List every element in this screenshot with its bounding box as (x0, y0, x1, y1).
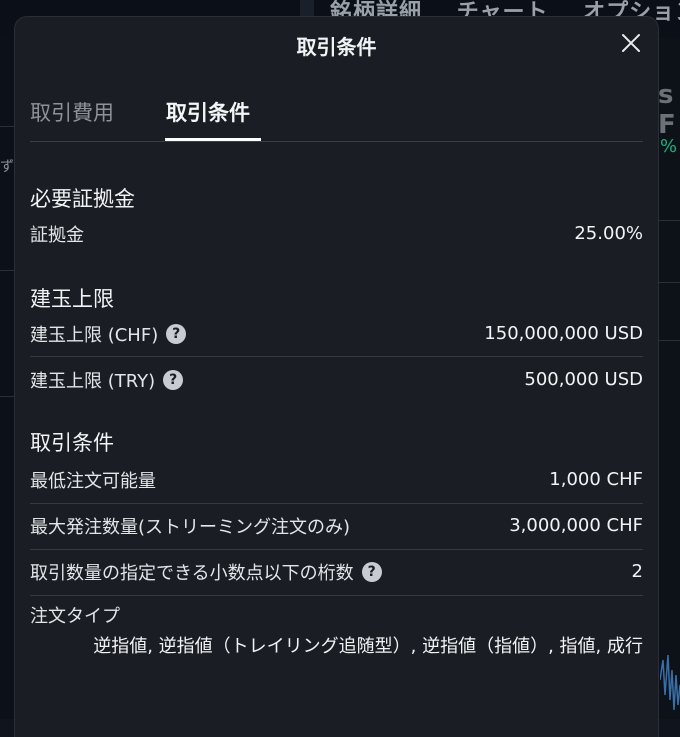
background-divider (658, 220, 680, 221)
row-label: 証拠金 (30, 225, 84, 246)
close-button[interactable] (619, 31, 643, 55)
row-label: 建玉上限 (TRY) (30, 371, 156, 392)
row-max-order-quantity: 最大発注数量(ストリーミング注文のみ) 3,000,000 CHF (30, 509, 643, 553)
trading-conditions-dialog: 取引条件 取引費用 取引条件 必要証拠金 証拠金 25.00% 建玉上限 建玉上… (15, 17, 658, 737)
row-margin-rate: 証拠金 25.00% (30, 217, 643, 261)
order-type-label: 注文タイプ (30, 606, 120, 627)
row-position-limit-try: 建玉上限 (TRY) ? 500,000 USD (30, 363, 643, 407)
expand-icon[interactable] (250, 0, 274, 12)
row-divider (30, 595, 643, 596)
background-price-chart (660, 654, 680, 711)
background-glyph: ず (0, 159, 14, 175)
question-circle-icon[interactable]: ? (361, 562, 382, 582)
background-change-percent: % (660, 136, 678, 157)
row-value: 150,000,000 USD (484, 323, 643, 344)
tab-trading-conditions[interactable]: 取引条件 (166, 97, 250, 141)
question-circle-icon[interactable]: ? (163, 370, 184, 390)
row-divider (30, 503, 643, 504)
dialog-title: 取引条件 (296, 35, 377, 59)
row-value: 2 (631, 561, 643, 582)
background-divider (658, 282, 680, 283)
row-value: 25.00% (574, 223, 643, 244)
background-divider (658, 340, 680, 341)
row-position-limit-chf: 建玉上限 (CHF) ? 150,000,000 USD (30, 317, 643, 361)
close-icon (622, 34, 640, 52)
background-divider (0, 396, 15, 397)
row-value: 3,000,000 CHF (509, 515, 643, 536)
tab-trading-costs[interactable]: 取引費用 (30, 97, 114, 141)
row-value: 500,000 USD (524, 369, 643, 390)
background-left-column (0, 38, 15, 719)
row-divider (30, 549, 643, 550)
row-decimal-places: 取引数量の指定できる小数点以下の桁数 ? 2 (30, 555, 643, 599)
section-heading-position-limit: 建玉上限 (30, 287, 114, 311)
row-min-order-quantity: 最低注文可能量 1,000 CHF (30, 463, 643, 507)
section-heading-trading-conditions: 取引条件 (30, 431, 114, 455)
row-label: 最低注文可能量 (30, 471, 156, 492)
question-circle-icon[interactable]: ? (166, 324, 187, 344)
tabs-divider (30, 141, 643, 142)
section-heading-margin: 必要証拠金 (30, 187, 135, 211)
background-divider (0, 126, 15, 127)
row-label: 最大発注数量(ストリーミング注文のみ) (30, 517, 351, 538)
order-type-value: 逆指値, 逆指値（トレイリング追随型）, 逆指値（指値）, 指値, 成行 (93, 636, 643, 657)
background-divider (0, 270, 15, 271)
background-instrument-fragment: s F (658, 80, 676, 140)
row-label: 建玉上限 (CHF) (30, 325, 159, 346)
row-value: 1,000 CHF (549, 469, 643, 490)
row-label: 取引数量の指定できる小数点以下の桁数 (30, 563, 354, 584)
row-divider (30, 356, 643, 357)
